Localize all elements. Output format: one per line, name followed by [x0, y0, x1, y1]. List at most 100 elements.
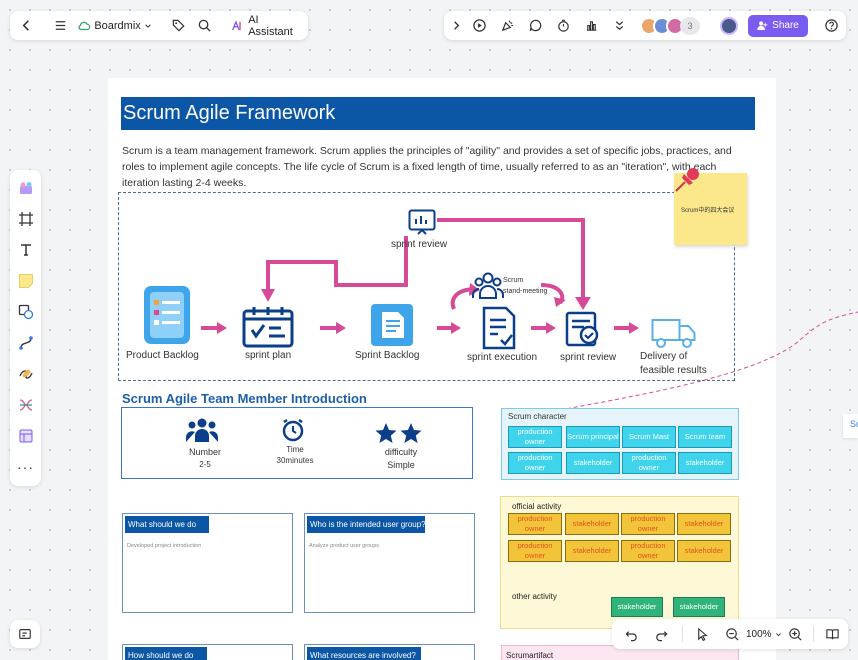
sticky-note-text: Scrum中的四大会议	[681, 208, 735, 214]
delivery-label: Delivery of feasible results	[640, 351, 707, 376]
redo-icon[interactable]	[652, 623, 672, 645]
share-button[interactable]: Share	[748, 14, 808, 37]
scrum-team-icon	[472, 272, 504, 299]
top-left-toolbar: Boardmix AI Assistant	[10, 11, 308, 40]
sticky-note-icon[interactable]	[11, 267, 41, 295]
panel-title: Scrum character	[508, 412, 567, 421]
truck-icon	[651, 319, 696, 348]
activity-panel[interactable]: official activity production owner stake…	[500, 496, 739, 629]
more-tools-icon[interactable]: ···	[11, 453, 41, 481]
question-title: What should we do	[125, 516, 209, 533]
page-title: Scrum Agile Framework	[121, 97, 755, 130]
star-icon	[375, 423, 422, 443]
cloud-icon	[78, 21, 91, 30]
vote-icon[interactable]	[580, 15, 602, 37]
divider	[813, 626, 815, 642]
tag-icon[interactable]	[168, 15, 189, 37]
activity-chip: stakeholder	[565, 540, 619, 562]
collaborators[interactable]: 3	[640, 16, 706, 36]
frame-icon[interactable]	[11, 205, 41, 233]
sprint-review-top-icon	[408, 209, 436, 235]
question-card[interactable]: How should we do	[122, 644, 293, 660]
panel-title: official activity	[512, 502, 562, 511]
zoom-out-icon[interactable]	[722, 623, 742, 645]
activity-chip: production owner	[508, 513, 562, 535]
question-card[interactable]: What should we do Developed project intr…	[122, 513, 293, 613]
left-toolbar: ···	[10, 170, 41, 486]
more-chevron-icon[interactable]	[608, 15, 630, 37]
ai-assistant-label: AI Assistant	[248, 13, 293, 38]
info-number: Number 2-5	[180, 447, 230, 469]
connector-icon[interactable]	[11, 329, 41, 357]
table-icon[interactable]	[11, 422, 41, 450]
timer-icon[interactable]	[552, 15, 574, 37]
book-icon[interactable]	[822, 623, 842, 645]
question-sub: Developed project introduction	[127, 543, 202, 549]
help-icon[interactable]	[820, 15, 842, 37]
zoom-level-value: 100%	[745, 628, 772, 640]
back-icon[interactable]	[16, 15, 37, 37]
question-card[interactable]: What resources are involved?	[304, 644, 475, 660]
offscreen-card[interactable]: Sc	[843, 414, 858, 438]
sprint-review-icon	[565, 311, 599, 347]
collaborator-count: 3	[680, 16, 700, 35]
activity-chip: production owner	[621, 513, 675, 535]
question-card[interactable]: Who is the intended user group? Analyze …	[304, 513, 475, 613]
zoom-toolbar: 100%	[612, 619, 848, 649]
character-chip: stakeholder	[566, 452, 620, 474]
character-chip: production owner	[508, 452, 562, 474]
offscreen-card-text: Sc	[850, 419, 858, 429]
menu-icon[interactable]	[51, 15, 72, 37]
ai-assistant-button[interactable]: AI Assistant	[231, 14, 302, 38]
info-difficulty: difficulty Simple	[376, 447, 426, 470]
divider	[681, 626, 683, 642]
sprint-plan-label: sprint plan	[245, 350, 292, 361]
question-title: How should we do	[125, 647, 207, 660]
present-icon[interactable]	[468, 15, 490, 37]
user-avatar[interactable]	[720, 16, 738, 35]
sprint-execution-icon	[482, 306, 516, 350]
zoom-in-icon[interactable]	[786, 623, 806, 645]
comment-icon[interactable]	[524, 15, 546, 37]
select-cursor-icon[interactable]	[692, 623, 712, 645]
intro-text: Scrum is a team management framework. Sc…	[122, 145, 732, 189]
info-label: Number	[188, 447, 221, 457]
sprint-plan-icon	[242, 307, 294, 348]
mindmap-icon[interactable]	[11, 391, 41, 419]
question-title: Who is the intended user group?	[307, 516, 426, 533]
activity-chip: production owner	[621, 540, 675, 562]
text-tool-icon[interactable]	[11, 236, 41, 264]
character-chip: stakeholder	[678, 452, 732, 474]
search-icon[interactable]	[194, 15, 215, 37]
clock-icon	[282, 418, 304, 442]
chevron-down-icon	[775, 632, 781, 636]
info-value: 2-5	[199, 460, 211, 469]
info-time: Time 30minutes	[270, 445, 320, 465]
character-chip: production owner	[622, 452, 676, 474]
templates-icon[interactable]	[11, 174, 41, 202]
add-user-icon	[757, 21, 768, 31]
celebrate-icon[interactable]	[496, 15, 518, 37]
sprint-backlog-icon	[371, 304, 413, 346]
undo-icon[interactable]	[622, 623, 642, 645]
info-label: difficulty	[384, 447, 418, 457]
people-icon	[186, 418, 218, 442]
activity-chip: stakeholder	[611, 597, 663, 617]
team-section-title: Scrum Agile Team Member Introduction	[122, 391, 367, 406]
shapes-icon[interactable]	[11, 298, 41, 326]
character-chip: production owner	[508, 426, 562, 448]
board-selector[interactable]: Boardmix	[77, 19, 151, 33]
zoom-level[interactable]: 100%	[746, 629, 782, 640]
info-value: Simple	[387, 460, 415, 470]
minimap-button[interactable]	[10, 620, 40, 648]
panel-title: other activity	[512, 592, 557, 601]
chevron-down-icon	[145, 23, 151, 28]
scrum-character-panel[interactable]: Scrum character production owner Scrum p…	[501, 408, 739, 480]
activity-chip: production owner	[508, 540, 562, 562]
pen-icon[interactable]	[11, 360, 41, 388]
panel-title: Scrumartifact	[506, 651, 554, 660]
top-right-toolbar: 3 Share	[444, 11, 846, 40]
info-label: Time	[286, 445, 304, 454]
info-value: 30minutes	[276, 456, 314, 465]
collapse-chevron-icon[interactable]	[448, 15, 464, 37]
